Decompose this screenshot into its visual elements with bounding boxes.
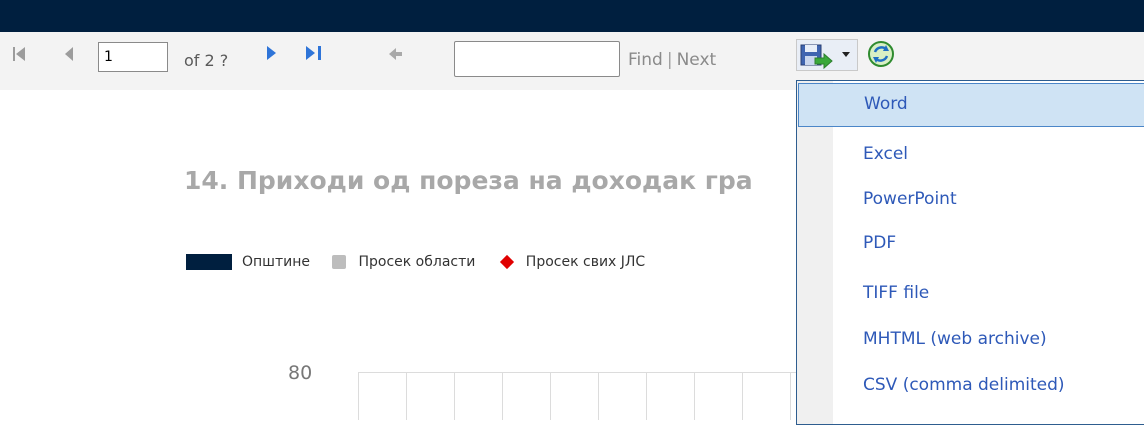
previous-page-button[interactable] bbox=[60, 44, 78, 68]
menu-item-word[interactable]: Word bbox=[798, 83, 1144, 127]
menu-item-label: PDF bbox=[863, 233, 897, 253]
next-page-button[interactable] bbox=[262, 43, 280, 67]
menu-item-label: Word bbox=[864, 94, 908, 114]
export-button[interactable] bbox=[796, 39, 858, 71]
chevron-down-icon bbox=[842, 52, 850, 57]
page-count-label: of 2 ? bbox=[184, 51, 229, 70]
menu-item-label: CSV (comma delimited) bbox=[863, 375, 1065, 395]
legend-label-district-average: Просек области bbox=[358, 254, 476, 270]
back-to-parent-icon bbox=[389, 48, 402, 60]
page-number-input[interactable] bbox=[98, 42, 168, 72]
legend-swatch-municipalities bbox=[186, 254, 232, 270]
next-link[interactable]: Next bbox=[677, 50, 717, 70]
legend-label-municipalities: Општине bbox=[242, 254, 311, 270]
last-page-icon bbox=[306, 46, 321, 60]
menu-item-label: Excel bbox=[863, 144, 909, 164]
legend-label-all-lsg-average: Просек свих ЈЛС bbox=[525, 254, 646, 270]
search-input[interactable] bbox=[454, 41, 620, 77]
first-page-button[interactable] bbox=[10, 44, 30, 68]
menu-item-powerpoint[interactable]: PowerPoint bbox=[833, 177, 1144, 221]
report-title: 14. Приходи од пореза на доходак гра bbox=[184, 166, 753, 195]
menu-icon-strip bbox=[797, 81, 833, 424]
menu-item-excel[interactable]: Excel bbox=[833, 132, 1144, 176]
menu-item-label: TIFF file bbox=[863, 283, 930, 303]
previous-page-icon bbox=[65, 47, 73, 61]
export-format-menu: Word Excel PowerPoint PDF TIFF file MHTM… bbox=[796, 80, 1144, 425]
back-to-parent-button[interactable] bbox=[387, 45, 405, 67]
top-banner bbox=[0, 0, 1144, 32]
legend-swatch-district-average bbox=[332, 255, 347, 269]
menu-item-mhtml[interactable]: MHTML (web archive) bbox=[833, 317, 1144, 361]
legend-swatch-all-lsg-average bbox=[499, 254, 514, 270]
y-axis-tick-label: 80 bbox=[288, 362, 313, 384]
menu-item-pdf[interactable]: PDF bbox=[833, 221, 1144, 265]
find-controls: Find | Next bbox=[628, 50, 716, 70]
chart-plot-area bbox=[358, 372, 798, 420]
chart-legend: Општине Просек области Просек свих ЈЛС bbox=[186, 254, 663, 270]
menu-item-csv[interactable]: CSV (comma delimited) bbox=[833, 363, 1144, 407]
find-link[interactable]: Find bbox=[628, 50, 663, 70]
next-page-icon bbox=[267, 46, 276, 60]
refresh-button[interactable] bbox=[866, 39, 896, 69]
refresh-icon bbox=[868, 41, 894, 67]
menu-item-label: MHTML (web archive) bbox=[863, 329, 1047, 349]
export-save-icon bbox=[800, 44, 833, 70]
find-next-separator: | bbox=[666, 50, 673, 70]
last-page-button[interactable] bbox=[303, 43, 327, 67]
menu-item-label: PowerPoint bbox=[863, 189, 957, 209]
first-page-icon bbox=[13, 47, 25, 61]
menu-item-tiff[interactable]: TIFF file bbox=[833, 271, 1144, 315]
